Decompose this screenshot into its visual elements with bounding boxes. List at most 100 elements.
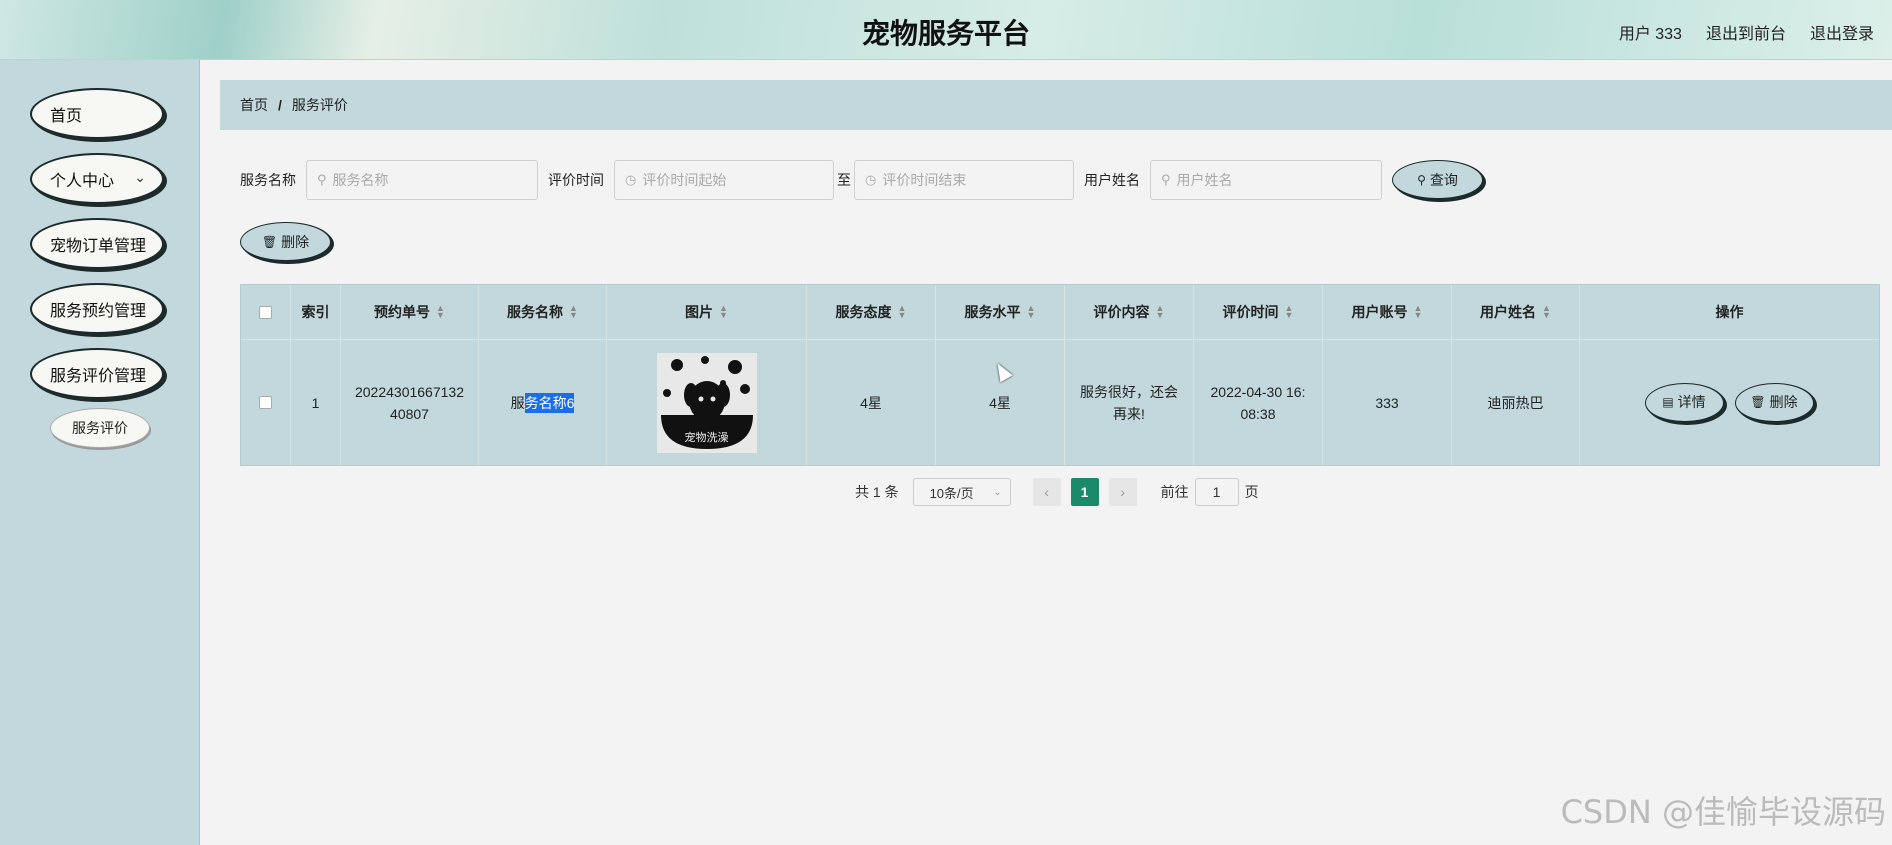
chevron-right-icon: › — [1120, 484, 1125, 500]
page-size-value: 10条/页 — [929, 485, 974, 501]
chevron-left-icon: ‹ — [1044, 484, 1049, 500]
header-level[interactable]: 服务水平 ▲ ▼ — [936, 285, 1065, 339]
service-name-placeholder: 服务名称 — [332, 172, 389, 188]
service-name-text: 服 — [510, 394, 525, 411]
service-name-label: 服务名称 — [240, 172, 296, 188]
header-label: 用户姓名 — [1480, 304, 1537, 320]
header-image[interactable]: 图片 ▲ ▼ — [607, 285, 807, 339]
sort-icon[interactable]: ▲ ▼ — [1542, 304, 1551, 320]
user-name-input[interactable]: ⚲ 用户姓名 — [1150, 160, 1382, 200]
header-label: 索引 — [301, 304, 330, 320]
service-name-input[interactable]: ⚲ 服务名称 — [306, 160, 538, 200]
sort-icon[interactable]: ▲ ▼ — [1285, 304, 1294, 320]
query-button-label: 查询 — [1429, 171, 1458, 188]
header-label: 服务态度 — [835, 304, 892, 320]
comment-line-1: 服务很好，还会 — [1080, 383, 1178, 400]
exit-front-link[interactable]: 退出到前台 — [1706, 20, 1786, 44]
batch-delete-button[interactable]: 🗑 删除 — [240, 222, 332, 262]
sidebar-subitem-service-review[interactable]: 服务评价 — [50, 408, 150, 448]
goto-page-value: 1 — [1212, 484, 1221, 500]
sidebar-item-service-review[interactable]: 服务评价管理 — [30, 348, 165, 400]
service-name-selected-text: 务名称6 — [524, 392, 575, 413]
sort-icon[interactable]: ▲ ▼ — [719, 304, 728, 320]
sidebar-subitem-label: 服务评价 — [72, 420, 128, 436]
order-no-line-1: 20224301667132 — [354, 383, 464, 400]
document-icon: ▤ — [1662, 395, 1674, 409]
sidebar-item-service-booking[interactable]: 服务预约管理 — [30, 283, 165, 335]
cell-attitude: 4星 — [807, 340, 936, 465]
header-label: 预约单号 — [374, 304, 431, 320]
review-time-end-input[interactable]: ◷ 评价时间结束 — [854, 160, 1074, 200]
review-time-line-1: 2022-04-30 16: — [1210, 383, 1306, 400]
table-row: 1 20224301667132 40807 服务名称6 宠物洗澡 4星 4星 … — [241, 339, 1879, 465]
sort-icon[interactable]: ▲ ▼ — [1027, 304, 1036, 320]
clock-icon: ◷ — [625, 172, 637, 187]
range-to-label: 至 — [837, 172, 851, 188]
sidebar-item-home[interactable]: 首页 — [30, 88, 165, 140]
page-number-current[interactable]: 1 — [1070, 478, 1099, 506]
header-index: 索引 — [291, 285, 341, 339]
sidebar-item-label: 服务评价管理 — [50, 367, 147, 385]
pagination: 共 1 条 10条/页 ⌄ ‹ 1 › 前往 1 页 — [855, 478, 1259, 506]
detail-button-label: 详情 — [1677, 394, 1706, 410]
row-checkbox[interactable] — [259, 396, 272, 409]
header-attitude[interactable]: 服务态度 ▲ ▼ — [807, 285, 936, 339]
sort-icon[interactable]: ▲ ▼ — [436, 304, 445, 320]
header-account[interactable]: 用户账号 ▲ ▼ — [1323, 285, 1452, 339]
select-all-checkbox[interactable] — [259, 305, 272, 319]
review-time-label: 评价时间 — [548, 172, 604, 188]
sidebar-item-label: 服务预约管理 — [50, 302, 147, 320]
page-size-select[interactable]: 10条/页 ⌄ — [912, 478, 1011, 506]
sort-icon[interactable]: ▲ ▼ — [569, 304, 578, 320]
clock-icon: ◷ — [865, 172, 877, 187]
image-caption: 宠物洗澡 — [684, 430, 729, 444]
breadcrumb-separator: / — [278, 97, 282, 113]
chevron-down-icon: ⌄ — [993, 486, 1002, 498]
search-icon: ⚲ — [317, 172, 327, 187]
header-order-no[interactable]: 预约单号 ▲ ▼ — [341, 285, 479, 339]
sidebar-item-personal-center[interactable]: 个人中心 ⌄ — [30, 153, 165, 205]
sidebar-item-label: 个人中心 — [50, 172, 115, 190]
review-time-line-2: 08:38 — [1240, 405, 1276, 422]
goto-label: 前往 — [1160, 484, 1189, 500]
cell-account: 333 — [1323, 340, 1452, 465]
review-time-start-placeholder: 评价时间起始 — [642, 172, 727, 188]
watermark-text: CSDN @佳愉毕设源码 — [1560, 793, 1886, 831]
platform-title: 宠物服务平台 — [861, 18, 1030, 49]
sidebar-item-pet-orders[interactable]: 宠物订单管理 — [30, 218, 165, 270]
breadcrumb-home[interactable]: 首页 — [240, 95, 268, 115]
pet-bath-image[interactable]: 宠物洗澡 — [656, 352, 757, 453]
prev-page-button[interactable]: ‹ — [1032, 478, 1061, 506]
breadcrumb: 首页 / 服务评价 — [220, 80, 1892, 130]
cell-user-name: 迪丽热巴 — [1452, 340, 1580, 465]
detail-button[interactable]: ▤ 详情 — [1644, 382, 1725, 423]
table-header-row: 索引 预约单号 ▲ ▼ 服务名称 ▲ ▼ 图片 ▲ ▼ 服务态度 ▲ ▼ 服务水平 ▲ ▼ 评价内容… — [241, 285, 1879, 339]
sort-icon[interactable]: ▲ ▼ — [898, 304, 907, 320]
total-count: 共 1 条 — [855, 484, 899, 500]
header-label: 图片 — [685, 304, 714, 320]
sidebar-item-label: 首页 — [50, 107, 83, 125]
sort-icon[interactable]: ▲ ▼ — [1414, 304, 1423, 320]
header-review-time[interactable]: 评价时间 ▲ ▼ — [1194, 285, 1323, 339]
sort-icon[interactable]: ▲ ▼ — [1156, 304, 1165, 320]
header-user-name[interactable]: 用户姓名 ▲ ▼ — [1452, 285, 1580, 339]
row-delete-button[interactable]: 🗑 删除 — [1734, 382, 1815, 423]
header-label: 用户账号 — [1351, 304, 1408, 320]
logout-link[interactable]: 退出登录 — [1810, 20, 1874, 44]
header-service-name[interactable]: 服务名称 ▲ ▼ — [479, 285, 607, 339]
next-page-button[interactable]: › — [1108, 478, 1137, 506]
sidebar: 首页 个人中心 ⌄ 宠物订单管理 服务预约管理 服务评价管理 服务评价 — [0, 60, 200, 845]
query-button[interactable]: ⚲ 查询 — [1392, 160, 1484, 200]
breadcrumb-current: 服务评价 — [291, 97, 348, 113]
search-bar: 服务名称 ⚲ 服务名称 评价时间 ◷ 评价时间起始 至 ◷ 评价时间结束 用户姓… — [240, 160, 1484, 200]
goto-page-input[interactable]: 1 — [1194, 478, 1239, 506]
review-time-start-input[interactable]: ◷ 评价时间起始 — [614, 160, 834, 200]
trash-icon: 🗑 — [1750, 395, 1766, 409]
header-label: 服务名称 — [507, 304, 564, 320]
row-select-cell — [241, 340, 291, 465]
search-icon: ⚲ — [1417, 172, 1426, 187]
cell-level: 4星 — [936, 340, 1065, 465]
cell-service-name: 服务名称6 — [479, 340, 607, 465]
header-comment[interactable]: 评价内容 ▲ ▼ — [1065, 285, 1194, 339]
review-table: 索引 预约单号 ▲ ▼ 服务名称 ▲ ▼ 图片 ▲ ▼ 服务态度 ▲ ▼ 服务水平 ▲ ▼ 评价内容… — [240, 284, 1880, 466]
